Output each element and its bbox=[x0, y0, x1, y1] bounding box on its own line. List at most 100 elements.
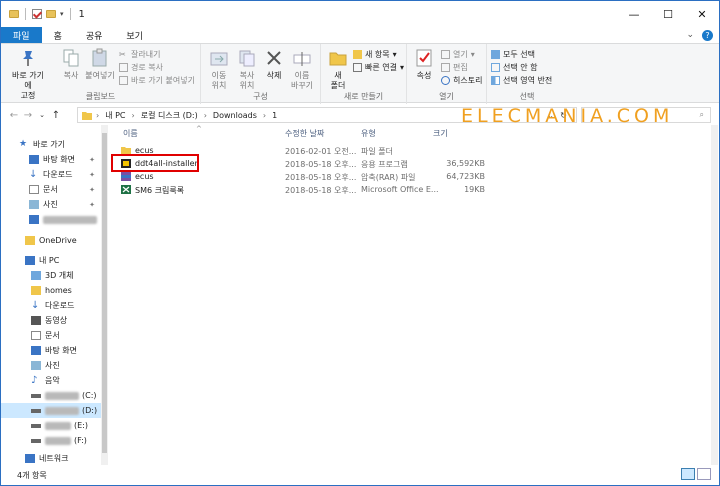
computer-icon bbox=[25, 256, 35, 265]
nav-network[interactable]: 네트워크 bbox=[1, 451, 101, 466]
search-icon: ⌕ bbox=[699, 110, 704, 119]
new-folder-icon bbox=[329, 52, 347, 66]
rar-archive-icon bbox=[121, 172, 131, 181]
nav-quick-documents[interactable]: 문서 ✦ bbox=[1, 182, 101, 197]
nav-pc-homes[interactable]: homes bbox=[1, 283, 101, 298]
recent-locations-chevron-icon[interactable]: ⌄ bbox=[35, 111, 49, 119]
help-icon[interactable]: ? bbox=[702, 29, 713, 41]
nav-pc-videos[interactable]: 동영상 bbox=[1, 313, 101, 328]
properties-icon[interactable] bbox=[32, 9, 42, 19]
nav-pc-desktop[interactable]: 바탕 화면 bbox=[1, 343, 101, 358]
new-folder-icon[interactable] bbox=[46, 10, 56, 18]
select-none-button[interactable]: 선택 안 함 bbox=[491, 62, 538, 73]
breadcrumb-local-disk-d[interactable]: 로컬 디스크 (D:) bbox=[141, 110, 198, 121]
new-item-icon bbox=[353, 50, 362, 59]
properties-icon bbox=[416, 49, 432, 67]
properties-button[interactable]: 속성 bbox=[411, 48, 437, 81]
close-button[interactable]: ✕ bbox=[685, 1, 719, 27]
breadcrumb-1[interactable]: 1 bbox=[272, 111, 277, 120]
nav-this-pc[interactable]: 내 PC bbox=[1, 253, 101, 268]
item-count: 4개 항목 bbox=[17, 470, 47, 480]
history-button[interactable]: 히스토리 bbox=[441, 75, 482, 86]
maximize-button[interactable]: ☐ bbox=[651, 1, 685, 27]
nav-onedrive[interactable]: OneDrive bbox=[1, 233, 101, 248]
nav-quick-access[interactable]: ★ 바로 가기 bbox=[1, 137, 101, 152]
tab-share[interactable]: 공유 bbox=[74, 27, 115, 43]
ribbon: 바로 가기에 고정 복사 붙여넣기 ✂ 잘라내기 경로 복사 바로 가기 붙여넣… bbox=[1, 43, 719, 104]
table-row[interactable]: ecus 2018-05-18 오후... 압축(RAR) 파일 64,723K… bbox=[121, 171, 591, 183]
open-icon bbox=[441, 50, 450, 59]
window-title: 1 bbox=[78, 8, 85, 20]
tab-home[interactable]: 홈 bbox=[42, 27, 74, 43]
nav-pc-pictures[interactable]: 사진 bbox=[1, 358, 101, 373]
copy-button[interactable]: 복사 bbox=[57, 48, 85, 81]
paste-shortcut-button[interactable]: 바로 가기 붙여넣기 bbox=[119, 75, 195, 86]
new-item-button[interactable]: 새 항목 ▾ bbox=[353, 49, 397, 60]
paste-icon bbox=[92, 48, 107, 67]
easy-access-icon bbox=[353, 63, 362, 72]
copy-to-button[interactable]: 복사 위치 bbox=[233, 48, 261, 91]
content-scrollbar[interactable] bbox=[711, 125, 718, 465]
nav-pc-documents[interactable]: 문서 bbox=[1, 328, 101, 343]
column-header-name[interactable]: 이름 bbox=[123, 128, 138, 139]
up-button[interactable]: ↑ bbox=[49, 110, 63, 121]
network-drive-icon bbox=[29, 215, 39, 224]
clipboard-group: 바로 가기에 고정 복사 붙여넣기 ✂ 잘라내기 경로 복사 바로 가기 붙여넣… bbox=[1, 44, 201, 104]
column-header-size[interactable]: 크기 bbox=[433, 128, 448, 139]
open-button[interactable]: 열기 ▾ bbox=[441, 49, 475, 60]
ribbon-tabs: 파일 홈 공유 보기 ⌄ ? bbox=[1, 27, 719, 43]
select-all-button[interactable]: 모두 선택 bbox=[491, 49, 535, 60]
column-header-type[interactable]: 유형 bbox=[361, 128, 376, 139]
large-icons-view-button[interactable] bbox=[697, 468, 711, 480]
nav-quick-blurred-item[interactable] bbox=[1, 212, 101, 227]
details-view-button[interactable] bbox=[681, 468, 695, 480]
drive-icon bbox=[31, 408, 41, 413]
select-all-icon bbox=[491, 50, 500, 59]
copy-path-button[interactable]: 경로 복사 bbox=[119, 62, 163, 73]
move-to-button[interactable]: 이동 위치 bbox=[205, 48, 233, 91]
pictures-icon bbox=[29, 200, 39, 209]
column-header-modified[interactable]: 수정한 날짜 bbox=[285, 128, 324, 139]
breadcrumb-downloads[interactable]: Downloads bbox=[213, 111, 257, 120]
pin-icon: ✦ bbox=[89, 170, 95, 179]
minimize-button[interactable]: — bbox=[617, 1, 651, 27]
nav-drive-f[interactable]: (F:) bbox=[1, 433, 101, 448]
drive-icon bbox=[31, 423, 41, 428]
rename-button[interactable]: 이름 바꾸기 bbox=[287, 48, 317, 91]
video-icon bbox=[31, 316, 41, 325]
paste-button[interactable]: 붙여넣기 bbox=[85, 48, 115, 81]
forward-button[interactable]: → bbox=[21, 110, 35, 121]
nav-drive-e[interactable]: (E:) bbox=[1, 418, 101, 433]
nav-drive-c[interactable]: (C:) bbox=[1, 388, 101, 403]
nav-scrollbar[interactable] bbox=[101, 125, 108, 465]
paste-shortcut-icon bbox=[119, 76, 128, 85]
tab-file[interactable]: 파일 bbox=[1, 27, 42, 43]
edit-button[interactable]: 편집 bbox=[441, 62, 468, 73]
title-bar: ▾ 1 — ☐ ✕ bbox=[1, 1, 719, 27]
nav-pc-3d-objects[interactable]: 3D 개체 bbox=[1, 268, 101, 283]
copy-path-icon bbox=[119, 63, 128, 72]
back-button[interactable]: ← bbox=[7, 110, 21, 121]
customize-qat-chevron-icon[interactable]: ▾ bbox=[60, 10, 64, 18]
expand-ribbon-chevron-icon[interactable]: ⌄ bbox=[686, 30, 694, 40]
pin-icon: ✦ bbox=[89, 155, 95, 164]
cut-button[interactable]: ✂ 잘라내기 bbox=[119, 49, 160, 60]
nav-pc-music[interactable]: ♪ 음악 bbox=[1, 373, 101, 388]
nav-quick-downloads[interactable]: ↓ 다운로드 ✦ bbox=[1, 167, 101, 182]
drive-icon bbox=[31, 438, 41, 443]
table-row[interactable]: SM6 크림룩록 2018-05-18 오후... Microsoft Offi… bbox=[121, 184, 591, 196]
breadcrumb-this-pc[interactable]: 내 PC bbox=[105, 110, 125, 121]
move-to-icon bbox=[210, 52, 228, 66]
delete-button[interactable]: 삭제 bbox=[261, 48, 287, 81]
nav-quick-desktop[interactable]: 바탕 화면 ✦ bbox=[1, 152, 101, 167]
new-folder-button[interactable]: 새 폴더 bbox=[325, 48, 351, 91]
document-icon bbox=[31, 331, 41, 340]
folder-icon bbox=[82, 111, 92, 120]
easy-access-button[interactable]: 빠른 연결 ▾ bbox=[353, 62, 404, 73]
nav-pc-downloads[interactable]: ↓ 다운로드 bbox=[1, 298, 101, 313]
invert-selection-button[interactable]: 선택 영역 반전 bbox=[491, 75, 552, 86]
tab-view[interactable]: 보기 bbox=[114, 27, 155, 43]
document-icon bbox=[29, 185, 39, 194]
nav-drive-d[interactable]: (D:) bbox=[1, 403, 101, 418]
nav-quick-pictures[interactable]: 사진 ✦ bbox=[1, 197, 101, 212]
